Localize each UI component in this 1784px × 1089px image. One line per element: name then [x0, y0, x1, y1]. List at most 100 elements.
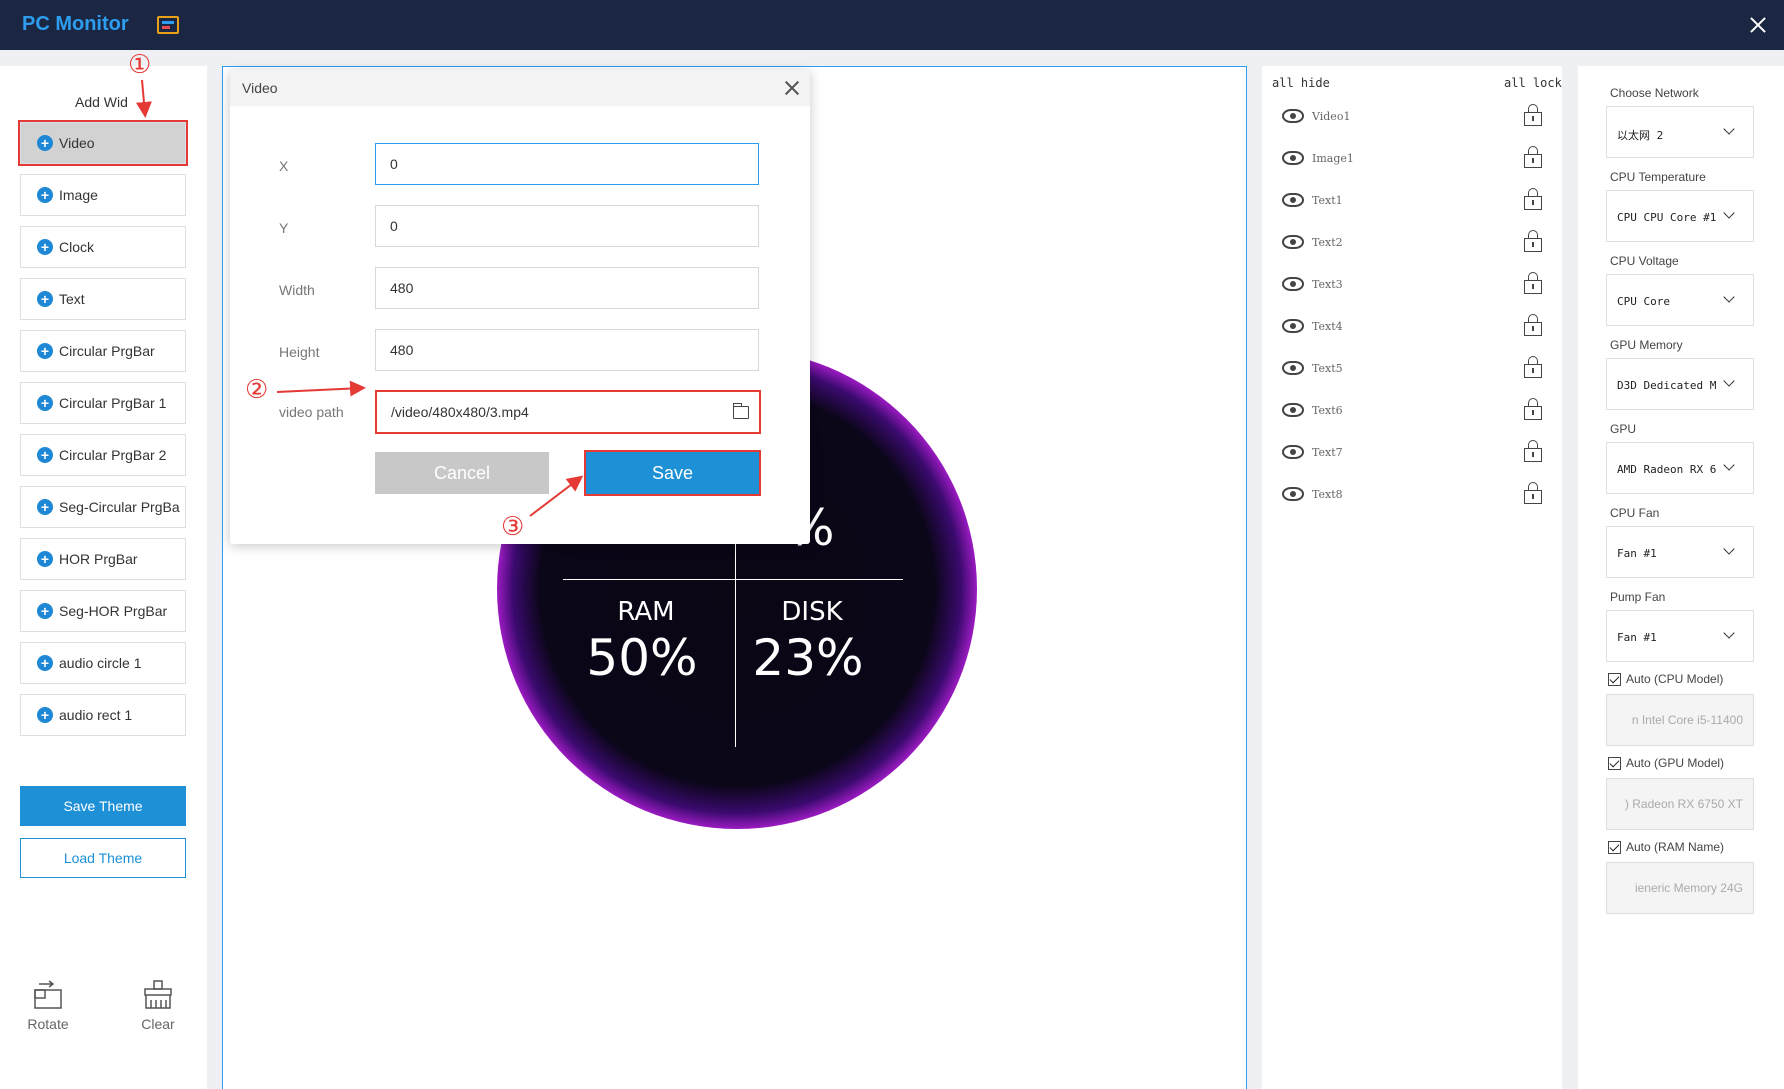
ram-name-field: ieneric Memory 24G [1606, 862, 1754, 914]
auto-cpu-model-checkbox[interactable]: Auto (CPU Model) [1608, 672, 1723, 686]
plus-icon: + [37, 239, 53, 255]
add-circular-prgbar-1-button[interactable]: + Circular PrgBar 1 [20, 382, 186, 424]
eye-icon[interactable] [1282, 151, 1304, 165]
widget-panel: Add Wid + Video + Image + Clock + Text + Circ… [0, 66, 207, 1089]
lock-open-icon[interactable] [1524, 104, 1542, 126]
lock-open-icon[interactable] [1524, 440, 1542, 462]
pump-fan-label: Pump Fan [1610, 590, 1666, 604]
network-select[interactable]: 以太网 2 [1606, 106, 1754, 158]
plus-icon: + [37, 551, 53, 567]
cpu-fan-select[interactable]: Fan #1 [1606, 526, 1754, 578]
app-title: PC Monitor [22, 13, 129, 35]
height-input[interactable] [375, 329, 759, 371]
cpu-temperature-select[interactable]: CPU CPU Core #1 [1606, 190, 1754, 242]
save-button[interactable]: Save [584, 450, 761, 496]
lock-open-icon[interactable] [1524, 146, 1542, 168]
lock-open-icon[interactable] [1524, 188, 1542, 210]
dialog-header: Video [230, 70, 810, 106]
gpu-memory-select[interactable]: D3D Dedicated M [1606, 358, 1754, 410]
eye-icon[interactable] [1282, 403, 1304, 417]
gpu-memory-label: GPU Memory [1610, 338, 1683, 352]
folder-icon[interactable] [733, 403, 749, 419]
plus-icon: + [37, 707, 53, 723]
gauge-disk-value: 23% [752, 629, 864, 687]
add-text-button[interactable]: + Text [20, 278, 186, 320]
video-path-field[interactable]: /video/480x480/3.mp4 [375, 390, 761, 434]
plus-icon: + [37, 135, 53, 151]
layers-panel: all hide all lock Video1 Image1 Text1 Te… [1262, 66, 1562, 1089]
rotate-icon [34, 980, 62, 1009]
add-video-button[interactable]: + Video [18, 120, 188, 166]
annotation-step-1: ① [128, 50, 152, 80]
gauge-ram-label: RAM [617, 597, 675, 627]
add-audio-rect-button[interactable]: + audio rect 1 [20, 694, 186, 736]
pump-fan-select[interactable]: Fan #1 [1606, 610, 1754, 662]
dialog-close-icon[interactable] [780, 76, 804, 100]
layer-row[interactable]: Text2 [1262, 228, 1562, 258]
lock-open-icon[interactable] [1524, 482, 1542, 504]
layer-row[interactable]: Text3 [1262, 270, 1562, 300]
lock-open-icon[interactable] [1524, 272, 1542, 294]
add-hor-prgbar-button[interactable]: + HOR PrgBar [20, 538, 186, 580]
add-circular-prgbar-button[interactable]: + Circular PrgBar [20, 330, 186, 372]
layer-row[interactable]: Video1 [1262, 102, 1562, 132]
save-theme-button[interactable]: Save Theme [20, 786, 186, 826]
cancel-button[interactable]: Cancel [375, 452, 549, 494]
layer-row[interactable]: Text6 [1262, 396, 1562, 426]
lock-open-icon[interactable] [1524, 314, 1542, 336]
auto-ram-name-checkbox[interactable]: Auto (RAM Name) [1608, 840, 1724, 854]
plus-icon: + [37, 655, 53, 671]
video-path-label: video path [279, 404, 344, 420]
checkbox-checked-icon [1608, 840, 1621, 854]
add-seg-hor-prgbar-button[interactable]: + Seg-HOR PrgBar [20, 590, 186, 632]
add-seg-circular-prgbar-button[interactable]: + Seg-Circular PrgBa [20, 486, 186, 528]
eye-icon[interactable] [1282, 193, 1304, 207]
all-hide-button[interactable]: all hide [1272, 76, 1330, 90]
add-image-button[interactable]: + Image [20, 174, 186, 216]
load-theme-button[interactable]: Load Theme [20, 838, 186, 878]
width-input[interactable] [375, 267, 759, 309]
window-close-button[interactable] [1746, 13, 1770, 37]
y-input[interactable] [375, 205, 759, 247]
gpu-model-field: ) Radeon RX 6750 XT [1606, 778, 1754, 830]
eye-icon[interactable] [1282, 445, 1304, 459]
layer-row[interactable]: Image1 [1262, 144, 1562, 174]
clear-button[interactable]: Clear [128, 980, 188, 1032]
layer-row[interactable]: Text5 [1262, 354, 1562, 384]
lock-open-icon[interactable] [1524, 398, 1542, 420]
layer-row[interactable]: Text1 [1262, 186, 1562, 216]
checkbox-checked-icon [1608, 756, 1621, 770]
lock-open-icon[interactable] [1524, 230, 1542, 252]
y-label: Y [279, 220, 289, 236]
add-widget-label: Add Wid [75, 94, 128, 110]
eye-icon[interactable] [1282, 361, 1304, 375]
eye-icon[interactable] [1282, 277, 1304, 291]
all-lock-button[interactable]: all lock [1504, 76, 1562, 90]
gauge-disk-label: DISK [781, 597, 843, 627]
annotation-step-2: ② [245, 375, 269, 405]
layer-row[interactable]: Text4 [1262, 312, 1562, 342]
sensor-settings-panel: Choose Network 以太网 2 CPU Temperature CPU… [1578, 66, 1784, 1089]
cpu-voltage-select[interactable]: CPU Core [1606, 274, 1754, 326]
add-circular-prgbar-2-button[interactable]: + Circular PrgBar 2 [20, 434, 186, 476]
gpu-select[interactable]: AMD Radeon RX 6 [1606, 442, 1754, 494]
x-input[interactable] [375, 143, 759, 185]
add-audio-circle-button[interactable]: + audio circle 1 [20, 642, 186, 684]
cpu-temperature-label: CPU Temperature [1610, 170, 1706, 184]
plus-icon: + [37, 187, 53, 203]
rotate-button[interactable]: Rotate [18, 980, 78, 1032]
eye-icon[interactable] [1282, 319, 1304, 333]
video-dialog: Video X Y Width Height video path /video… [230, 70, 810, 544]
add-clock-button[interactable]: + Clock [20, 226, 186, 268]
layer-row[interactable]: Text8 [1262, 480, 1562, 510]
eye-icon[interactable] [1282, 235, 1304, 249]
plus-icon: + [37, 603, 53, 619]
lock-open-icon[interactable] [1524, 356, 1542, 378]
eye-icon[interactable] [1282, 487, 1304, 501]
clear-broom-icon [144, 980, 172, 1009]
cpu-voltage-label: CPU Voltage [1610, 254, 1679, 268]
layer-row[interactable]: Text7 [1262, 438, 1562, 468]
eye-icon[interactable] [1282, 109, 1304, 123]
plus-icon: + [37, 499, 53, 515]
auto-gpu-model-checkbox[interactable]: Auto (GPU Model) [1608, 756, 1724, 770]
